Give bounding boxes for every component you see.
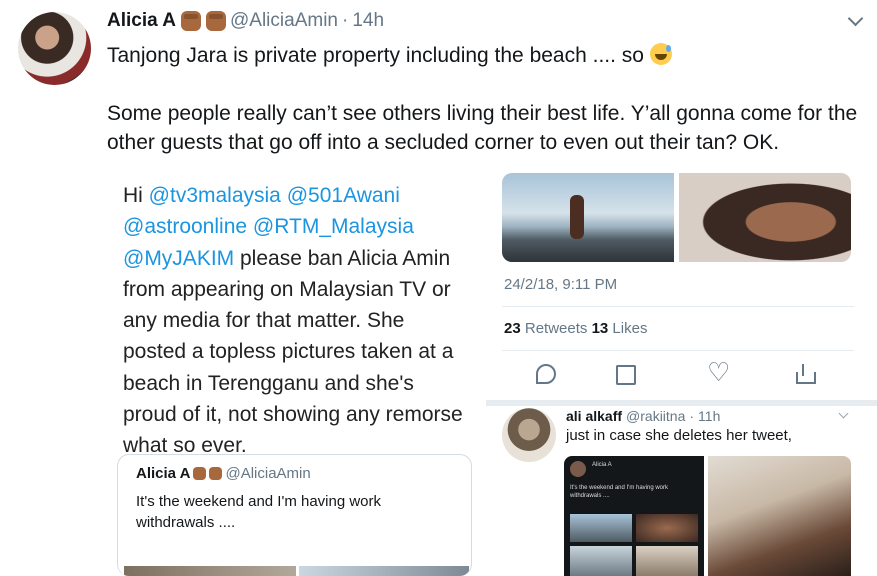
attached-image-right[interactable]: 24/2/18, 9:11 PM 23 Retweets 13 Likes al… xyxy=(486,170,877,576)
tweet-date: 24/2/18, 9:11 PM xyxy=(504,276,618,293)
selfie-photo xyxy=(679,173,851,262)
retweets-count: 23 xyxy=(504,320,521,337)
reply-avatar xyxy=(502,408,556,462)
mention: @tv3malaysia xyxy=(148,184,281,207)
mini-photo xyxy=(570,546,632,576)
sweat-smile-icon xyxy=(649,43,672,65)
embedded-header: Alicia A @AliciaAmin xyxy=(136,465,311,482)
reply-icon xyxy=(536,364,556,384)
mini-text: It's the weekend and I'm having work wit… xyxy=(570,485,669,499)
reply-separator: · xyxy=(689,408,695,424)
tweet-header: Alicia A @AliciaAmin · 14h xyxy=(107,10,384,32)
heart-icon xyxy=(707,358,730,388)
divider xyxy=(486,400,877,406)
embedded-photo xyxy=(299,566,469,576)
embedded-handle: @AliciaAmin xyxy=(225,465,311,482)
action-bar xyxy=(502,358,854,388)
chevron-down-icon xyxy=(839,410,849,420)
embedded-tweet-card: Alicia A @AliciaAmin It's the weekend an… xyxy=(117,454,472,576)
reply-text: just in case she deletes her tweet, xyxy=(566,427,792,444)
chevron-down-icon[interactable] xyxy=(847,12,863,28)
raised-fist-icon xyxy=(181,11,201,31)
tweet-line-1: Tanjong Jara is private property includi… xyxy=(107,41,867,70)
mention: @RTM_Malaysia xyxy=(252,215,414,239)
reply-time: 11h xyxy=(698,408,721,424)
author-name[interactable]: Alicia A xyxy=(107,10,176,32)
divider xyxy=(502,350,854,351)
tweet-line-1-text: Tanjong Jara is private property includi… xyxy=(107,44,644,67)
reply-header: ali alkaff @rakiitna · 11h xyxy=(566,408,720,424)
raised-fist-icon xyxy=(209,467,223,480)
mini-photo xyxy=(636,546,698,576)
quote-body: please ban Alicia Amin from appearing on… xyxy=(123,246,463,458)
header-separator: · xyxy=(341,10,349,31)
share-icon xyxy=(794,364,816,384)
mention: @501Awani xyxy=(286,184,400,207)
mini-name: Alicia A xyxy=(592,462,612,468)
raised-fist-icon xyxy=(193,467,207,480)
attached-image-left[interactable]: Hi @tv3malaysia @501Awani @astroonline @… xyxy=(107,170,482,576)
beach-photo xyxy=(502,173,674,262)
embedded-text: It's the weekend and I'm having work wit… xyxy=(136,493,382,531)
retweets-label: Retweets xyxy=(524,320,588,337)
embedded-photo xyxy=(124,566,296,576)
mini-avatar xyxy=(570,461,586,477)
retweet-icon xyxy=(614,364,636,385)
tweet-line-2: Some people really can’t see others livi… xyxy=(107,102,858,154)
likes-label: Likes xyxy=(612,320,648,337)
author-handle[interactable]: @AliciaAmin xyxy=(230,10,338,32)
reply-handle: @rakiitna xyxy=(626,408,686,424)
quote-greeting: Hi xyxy=(123,184,149,207)
mini-photo xyxy=(636,514,698,542)
embedded-name: Alicia A xyxy=(136,465,191,482)
divider xyxy=(502,306,854,307)
mention: @MyJAKIM xyxy=(123,246,235,270)
author-avatar[interactable] xyxy=(18,12,91,85)
tweet-time[interactable]: 14h xyxy=(352,10,384,32)
mention: @astroonline xyxy=(123,215,248,239)
tweet-text: Tanjong Jara is private property includi… xyxy=(107,41,867,186)
raised-fist-icon xyxy=(206,11,226,31)
screenshot-quote-text: Hi @tv3malaysia @501Awani @astroonline @… xyxy=(123,180,473,462)
reply-screenshot: Alicia A It's the weekend and I'm having… xyxy=(564,456,704,576)
mini-photo xyxy=(570,514,632,542)
reply-photo xyxy=(708,456,851,576)
tweet-stats: 23 Retweets 13 Likes xyxy=(504,320,647,337)
reply-name: ali alkaff xyxy=(566,408,623,424)
likes-count: 13 xyxy=(591,320,609,337)
